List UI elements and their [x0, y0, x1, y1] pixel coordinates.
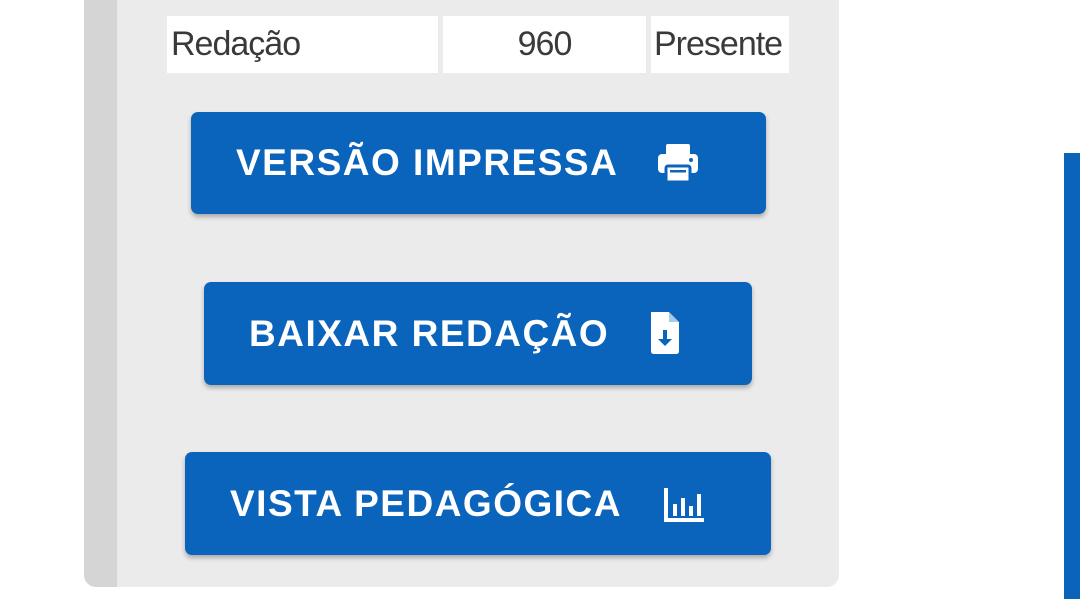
- download-essay-label: BAIXAR REDAÇÃO: [249, 312, 610, 354]
- pedagogic-view-button[interactable]: VISTA PEDAGÓGICA: [185, 452, 771, 555]
- bar-chart-icon: [663, 484, 705, 524]
- subject-cell: Redação: [167, 16, 438, 73]
- pedagogic-view-label: VISTA PEDAGÓGICA: [230, 482, 622, 524]
- page: g Redação 960 Presente VERSÃO IMPRESSA B…: [0, 0, 1080, 599]
- file-download-icon: [648, 312, 682, 354]
- print-version-button[interactable]: VERSÃO IMPRESSA: [191, 112, 766, 214]
- score-cell: 960: [443, 16, 646, 73]
- status-cell: Presente: [651, 16, 789, 73]
- side-scroll-strip: [1064, 153, 1080, 599]
- printer-icon: [657, 143, 699, 183]
- download-essay-button[interactable]: BAIXAR REDAÇÃO: [204, 282, 752, 385]
- card-accent-stripe: [84, 0, 117, 587]
- print-version-label: VERSÃO IMPRESSA: [236, 142, 619, 183]
